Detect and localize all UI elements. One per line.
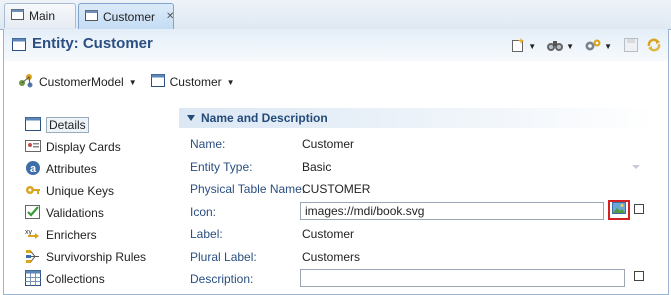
- svg-text:xy: xy: [25, 229, 33, 236]
- svg-text:a: a: [30, 163, 37, 175]
- entity-selector-label: Customer: [169, 75, 222, 89]
- editor-tab-bar: Main Customer ✕: [0, 0, 671, 30]
- chevron-down-icon: ▼: [566, 42, 575, 51]
- name-value[interactable]: Customer: [302, 137, 354, 151]
- chevron-down-icon: ▼: [128, 77, 137, 87]
- icon-row: Icon:: [190, 199, 660, 224]
- plural-label-value[interactable]: Customers: [302, 250, 360, 264]
- binoculars-icon: [546, 38, 564, 55]
- sidebar-item-display-cards[interactable]: Display Cards: [23, 136, 173, 158]
- model-icon: [18, 73, 34, 91]
- sidebar-item-validations[interactable]: Validations: [23, 202, 173, 224]
- model-selector-row: CustomerModel ▼ Customer ▼: [18, 73, 243, 91]
- entity-details-form: Name: Customer Entity Type: Basic Physic…: [190, 133, 660, 291]
- collections-icon: [25, 269, 41, 289]
- tab-main[interactable]: Main: [4, 3, 76, 28]
- chevron-down-icon[interactable]: [632, 164, 640, 169]
- editor-sidebar: Details Display Cards a Attributes Uniqu…: [23, 114, 173, 290]
- gear-icon: [584, 38, 602, 55]
- model-selector-label: CustomerModel: [39, 75, 124, 89]
- plural-label-row: Plural Label: Customers: [190, 246, 660, 269]
- icon-label: Icon:: [190, 204, 217, 219]
- sidebar-item-label: Unique Keys: [46, 184, 115, 198]
- window-icon: [85, 9, 98, 24]
- entity-selector[interactable]: Customer ▼: [150, 74, 235, 90]
- name-and-description-section-header[interactable]: Name and Description: [179, 108, 657, 128]
- enrichers-icon: xy: [25, 226, 41, 245]
- entity-type-row: Entity Type: Basic: [190, 156, 660, 179]
- clear-icon-button[interactable]: [634, 203, 644, 214]
- window-icon: [11, 9, 24, 23]
- display-label-label: Label:: [190, 227, 223, 241]
- sidebar-item-label: Enrichers: [46, 228, 97, 242]
- chevron-down-icon: ▼: [528, 42, 537, 51]
- sidebar-item-details[interactable]: Details: [23, 114, 173, 136]
- sidebar-item-label: Details: [46, 117, 89, 133]
- description-label: Description:: [190, 272, 254, 286]
- model-selector[interactable]: CustomerModel ▼: [18, 73, 137, 91]
- label-row: Label: Customer: [190, 223, 660, 246]
- editor-toolbar: ▼ ▼ ▼: [510, 37, 662, 56]
- physical-table-value[interactable]: CUSTOMER: [302, 182, 370, 196]
- sidebar-item-unique-keys[interactable]: Unique Keys: [23, 180, 173, 202]
- entity-editor: Entity: Customer ▼ ▼ ▼ CustomerModel ▼ C…: [3, 29, 669, 295]
- attributes-icon: a: [25, 160, 41, 179]
- plural-label-label: Plural Label:: [190, 249, 257, 264]
- refresh-icon[interactable]: [646, 37, 662, 56]
- tab-customer[interactable]: Customer ✕: [78, 3, 174, 29]
- sidebar-item-attributes[interactable]: a Attributes: [23, 158, 173, 180]
- new-item-button[interactable]: ▼: [510, 37, 536, 56]
- description-editor-button[interactable]: [634, 271, 644, 281]
- chevron-down-icon: ▼: [604, 42, 612, 51]
- display-label-value[interactable]: Customer: [302, 227, 354, 241]
- name-row: Name: Customer: [190, 133, 660, 156]
- details-icon: [25, 116, 41, 134]
- section-title: Name and Description: [201, 111, 328, 125]
- sidebar-item-collections[interactable]: Collections: [23, 268, 173, 290]
- new-document-icon: [510, 37, 526, 56]
- unique-keys-icon: [25, 182, 41, 201]
- sidebar-item-enrichers[interactable]: xy Enrichers: [23, 224, 173, 246]
- sidebar-item-label: Validations: [46, 206, 104, 220]
- image-icon: [612, 202, 626, 217]
- collapse-triangle-icon: [187, 115, 195, 121]
- entity-icon: [150, 74, 165, 90]
- icon-path-input[interactable]: [300, 201, 604, 220]
- name-label: Name:: [190, 137, 226, 151]
- close-icon[interactable]: ✕: [166, 11, 174, 22]
- survivorship-icon: [25, 248, 41, 267]
- settings-menu-button[interactable]: ▼: [584, 38, 612, 55]
- sidebar-item-label: Survivorship Rules: [46, 250, 147, 264]
- tab-customer-label: Customer: [103, 9, 156, 24]
- sidebar-item-label: Collections: [46, 272, 105, 286]
- page-title: Entity: Customer: [32, 35, 153, 52]
- validations-icon: [25, 204, 41, 223]
- display-cards-icon: [25, 139, 41, 156]
- chevron-down-icon: ▼: [226, 77, 235, 87]
- editor-header: Entity: Customer ▼ ▼ ▼: [4, 29, 668, 61]
- binoculars-menu-button[interactable]: ▼: [546, 38, 574, 55]
- save-icon[interactable]: [624, 38, 638, 55]
- entity-icon: [12, 38, 26, 54]
- tab-main-label: Main: [29, 9, 56, 23]
- sidebar-item-survivorship-rules[interactable]: Survivorship Rules: [23, 246, 173, 268]
- description-input[interactable]: [300, 269, 625, 287]
- sidebar-item-label: Display Cards: [46, 140, 121, 154]
- physical-table-label: Physical Table Name:: [190, 182, 306, 196]
- entity-type-label: Entity Type:: [190, 159, 253, 174]
- description-row: Description:: [190, 268, 660, 291]
- sidebar-item-label: Attributes: [46, 162, 97, 176]
- entity-type-select[interactable]: Basic: [302, 160, 331, 174]
- browse-icon-button[interactable]: [608, 199, 630, 220]
- physical-table-row: Physical Table Name: CUSTOMER: [190, 178, 660, 201]
